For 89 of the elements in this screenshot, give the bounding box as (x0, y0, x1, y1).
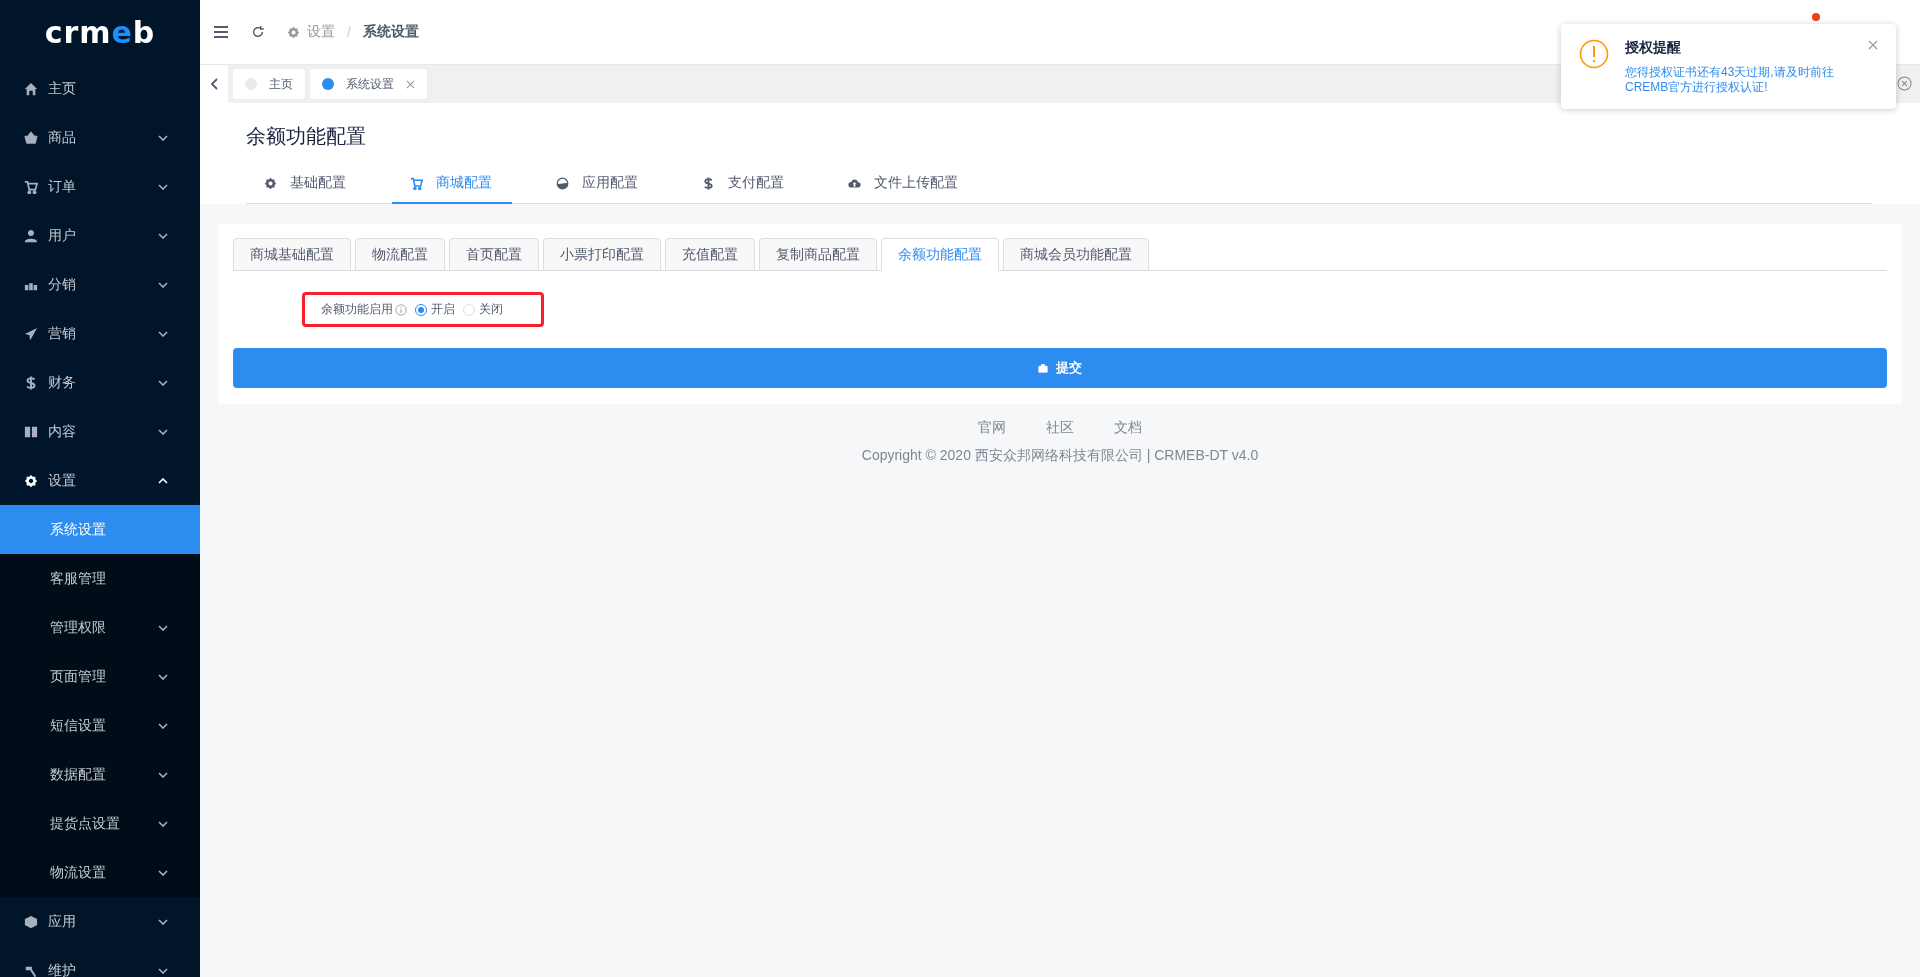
field-label: 余额功能启用 (321, 301, 393, 318)
close-circle-icon[interactable] (1897, 76, 1912, 91)
chevron-down-icon (158, 722, 168, 729)
footer-link[interactable]: 文档 (1114, 419, 1142, 437)
warning-icon (1579, 39, 1609, 69)
settings-tab[interactable]: 充值配置 (665, 238, 755, 271)
chevron-up-icon (158, 477, 168, 484)
dollar-icon (702, 176, 715, 190)
close-icon[interactable] (1868, 40, 1878, 50)
back-button[interactable] (200, 65, 228, 103)
page-title: 余额功能配置 (246, 124, 367, 149)
book-icon (24, 424, 38, 439)
chevron-down-icon (158, 967, 168, 974)
chevron-down-icon (158, 134, 168, 141)
notification-message: 您得授权证书还有43天过期,请及时前往CREMB官方进行授权认证! (1625, 65, 1835, 95)
breadcrumb-current: 系统设置 (362, 23, 419, 41)
sidebar-item[interactable]: 订单 (0, 162, 200, 211)
dollar-icon (24, 375, 38, 390)
radio-option[interactable]: 关闭 (463, 301, 503, 318)
footer-link[interactable]: 社区 (1046, 419, 1074, 437)
sidebar-item[interactable]: 维护 (0, 946, 200, 977)
page-tag[interactable]: 系统设置 (310, 69, 427, 99)
sidebar-item[interactable]: 管理权限 (0, 603, 200, 652)
chevron-down-icon (158, 183, 168, 190)
cube-icon (24, 914, 38, 929)
close-icon[interactable] (406, 79, 415, 89)
chevron-down-icon (158, 379, 168, 386)
basket-icon (24, 130, 38, 145)
cart-icon (410, 176, 423, 190)
sidebar-item[interactable]: 数据配置 (0, 750, 200, 799)
sidebar-item[interactable]: 分销 (0, 260, 200, 309)
notification-title: 授权提醒 (1625, 39, 1682, 57)
chevron-down-icon (158, 428, 168, 435)
user-icon (24, 228, 38, 243)
gear-icon (264, 176, 277, 190)
settings-tab[interactable]: 商城会员功能配置 (1003, 238, 1149, 271)
config-tab[interactable]: 支付配置 (684, 174, 804, 204)
tag-label: 主页 (269, 75, 293, 93)
footer-link[interactable]: 官网 (978, 419, 1006, 437)
settings-tab[interactable]: 复制商品配置 (759, 238, 877, 271)
plane-icon (24, 326, 38, 341)
info-icon (395, 303, 407, 316)
tag-label: 系统设置 (346, 75, 394, 93)
settings-tab[interactable]: 首页配置 (449, 238, 539, 271)
radio-option[interactable]: 开启 (415, 301, 455, 318)
chevron-down-icon (158, 232, 168, 239)
config-tab[interactable]: 文件上传配置 (830, 174, 978, 204)
sidebar-item[interactable]: 内容 (0, 407, 200, 456)
page-tag[interactable]: 主页 (233, 69, 305, 99)
settings-tab[interactable]: 物流配置 (355, 238, 445, 271)
sidebar-item[interactable]: 物流设置 (0, 848, 200, 897)
sidebar-item[interactable]: 财务 (0, 358, 200, 407)
refresh-icon[interactable] (251, 25, 265, 39)
chevron-left-icon (210, 78, 218, 90)
chevron-down-icon (158, 673, 168, 680)
gear-icon (287, 25, 300, 39)
gear-icon (24, 473, 38, 488)
cart-icon (24, 179, 38, 194)
sidebar-item[interactable]: 页面管理 (0, 652, 200, 701)
sidebar-item[interactable]: 设置 (0, 456, 200, 505)
sidebar-item[interactable]: 应用 (0, 897, 200, 946)
sidebar-item[interactable]: 主页 (0, 64, 200, 113)
radio-button[interactable] (415, 303, 427, 316)
sidebar-item[interactable]: 客服管理 (0, 554, 200, 603)
chevron-down-icon (158, 869, 168, 876)
breadcrumb-separator: / (347, 24, 351, 40)
chevron-down-icon (158, 330, 168, 337)
sidebar-item[interactable]: 营销 (0, 309, 200, 358)
settings-tab[interactable]: 商城基础配置 (233, 238, 351, 271)
logo: crmeb (43, 13, 157, 52)
config-tab[interactable]: 应用配置 (538, 174, 658, 204)
sidebar-item[interactable]: 短信设置 (0, 701, 200, 750)
chevron-down-icon (158, 281, 168, 288)
bag-icon (1038, 363, 1048, 373)
settings-tab[interactable]: 小票打印配置 (543, 238, 661, 271)
sidebar-item[interactable]: 用户 (0, 211, 200, 260)
chevron-down-icon (158, 918, 168, 925)
chevron-down-icon (158, 771, 168, 778)
settings-tab[interactable]: 余额功能配置 (881, 238, 999, 272)
chevron-down-icon (158, 624, 168, 631)
config-tab[interactable]: 基础配置 (246, 174, 366, 204)
config-tab[interactable]: 商城配置 (392, 174, 512, 204)
sidebar-item[interactable]: 商品 (0, 113, 200, 162)
menu-icon[interactable] (213, 25, 229, 39)
home-icon (24, 81, 38, 96)
chevron-down-icon (158, 820, 168, 827)
copyright-text: Copyright © 2020 西安众邦网络科技有限公司 | CRMEB-DT v4.0 (861, 447, 1259, 465)
sidebar-item[interactable]: 提货点设置 (0, 799, 200, 848)
half-circle-icon (556, 176, 569, 190)
